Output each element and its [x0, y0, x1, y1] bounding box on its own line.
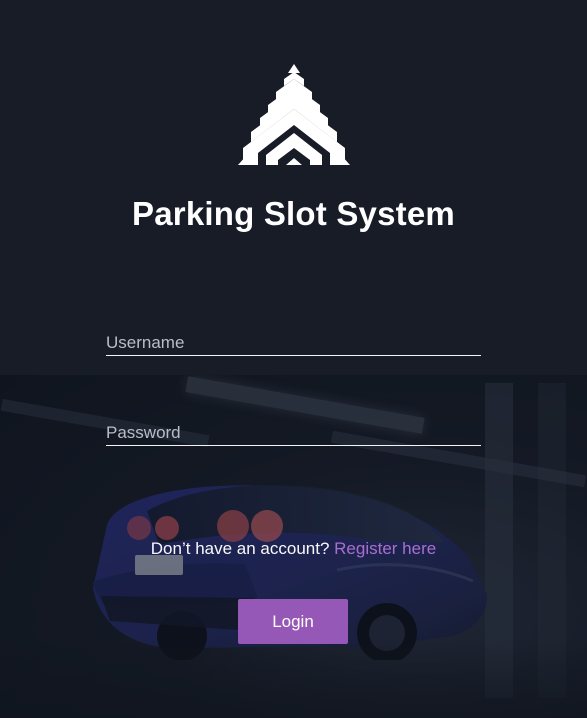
register-link[interactable]: Register here	[334, 539, 436, 558]
register-row: Don’t have an account? Register here	[0, 539, 587, 559]
triangle-chevron-logo-icon	[238, 64, 350, 165]
login-button[interactable]: Login	[238, 599, 348, 644]
top-panel	[0, 0, 587, 375]
register-prompt: Don’t have an account?	[150, 539, 330, 558]
username-input[interactable]	[106, 331, 481, 355]
password-field-wrapper	[106, 421, 481, 446]
password-input[interactable]	[106, 421, 481, 445]
login-screen: Parking Slot System Don’t have an accoun…	[0, 0, 587, 718]
username-field-wrapper	[106, 331, 481, 356]
page-title: Parking Slot System	[132, 195, 455, 232]
